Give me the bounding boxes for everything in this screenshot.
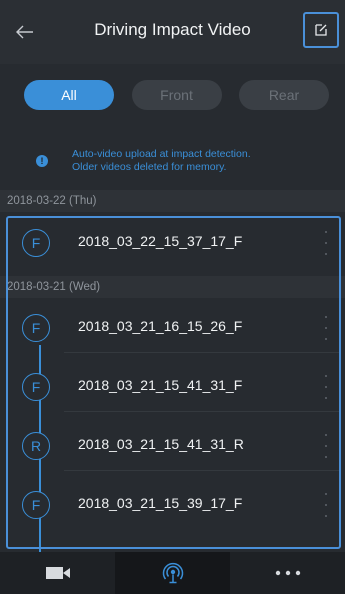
more-options-icon[interactable]	[321, 375, 331, 399]
video-filename: 2018_03_21_16_15_26_F	[78, 318, 243, 334]
video-row[interactable]: F 2018_03_22_15_37_17_F	[8, 218, 339, 268]
video-row[interactable]: F 2018_03_21_16_15_26_F	[8, 303, 339, 353]
nav-video-button[interactable]	[0, 552, 115, 594]
more-icon	[275, 570, 300, 576]
video-row[interactable]: F 2018_03_21_15_39_17_F	[8, 480, 339, 530]
row-divider	[64, 352, 339, 353]
camera-badge-icon: F	[22, 373, 50, 401]
info-icon: !	[36, 155, 48, 167]
row-divider	[64, 411, 339, 412]
video-filename: 2018_03_21_15_41_31_F	[78, 377, 243, 393]
camera-badge-icon: F	[22, 491, 50, 519]
video-row[interactable]: F 2018_03_21_15_41_31_F	[8, 362, 339, 412]
video-row[interactable]: R 2018_03_21_15_41_31_R	[8, 421, 339, 471]
date-section-header: 2018-03-22 (Thu)	[0, 190, 345, 212]
info-notice: ! Auto-video upload at impact detection.…	[0, 132, 345, 190]
camera-badge-icon: F	[22, 229, 50, 257]
video-filename: 2018_03_21_15_41_31_R	[78, 436, 244, 452]
filter-front-chip[interactable]: Front	[131, 80, 222, 110]
page-title: Driving Impact Video	[94, 20, 251, 39]
date-section-header: 2018-03-21 (Wed)	[0, 276, 345, 298]
nav-impact-upload-button[interactable]	[115, 552, 230, 594]
video-filename: 2018_03_22_15_37_17_F	[78, 233, 243, 249]
notice-text: Auto-video upload at impact detection. O…	[72, 148, 251, 174]
filter-all-chip[interactable]: All	[24, 80, 114, 110]
more-options-icon[interactable]	[321, 316, 331, 340]
video-camera-icon	[45, 567, 70, 579]
more-options-icon[interactable]	[321, 493, 331, 517]
camera-badge-icon: F	[22, 314, 50, 342]
camera-badge-icon: R	[22, 432, 50, 460]
edit-icon	[315, 24, 327, 36]
more-options-icon[interactable]	[321, 231, 331, 255]
edit-button[interactable]	[303, 12, 339, 48]
filter-bar: All Front Rear	[0, 64, 345, 126]
nav-more-button[interactable]	[230, 552, 345, 594]
row-divider	[64, 470, 339, 471]
video-filename: 2018_03_21_15_39_17_F	[78, 495, 243, 511]
impact-upload-icon	[162, 563, 183, 584]
notice-line: Auto-video upload at impact detection.	[72, 148, 251, 160]
back-button[interactable]	[10, 18, 40, 46]
notice-line: Older videos deleted for memory.	[72, 161, 227, 173]
app-header: Driving Impact Video	[0, 0, 345, 64]
back-arrow-icon	[16, 25, 33, 39]
filter-rear-chip[interactable]: Rear	[239, 80, 329, 110]
bottom-navigation	[0, 552, 345, 594]
more-options-icon[interactable]	[321, 434, 331, 458]
